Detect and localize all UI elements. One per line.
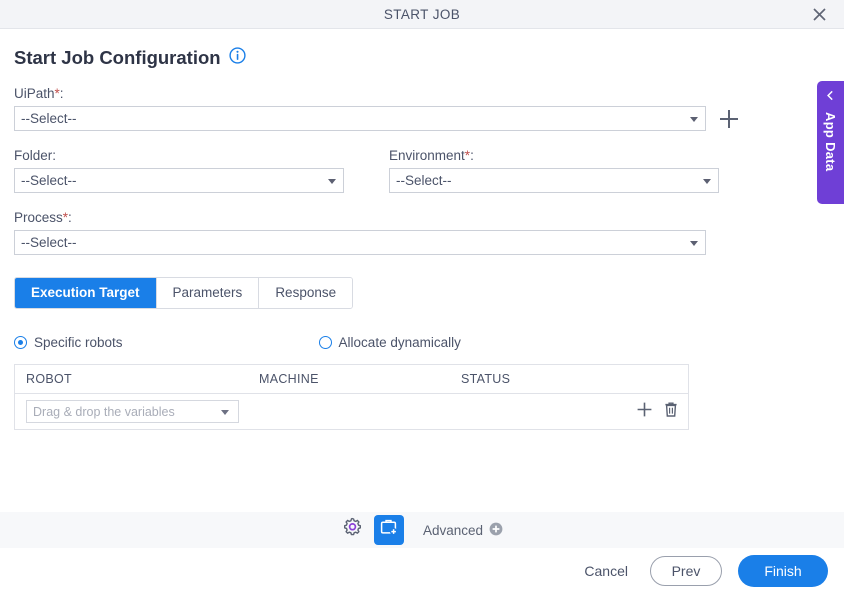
column-header-machine: MACHINE (259, 372, 319, 386)
window-titlebar: START JOB (0, 0, 844, 29)
finish-button[interactable]: Finish (738, 555, 828, 587)
chevron-down-icon (221, 409, 229, 415)
environment-select[interactable]: --Select-- (389, 168, 719, 193)
folder-value: --Select-- (21, 173, 77, 188)
environment-label-text: Environment (389, 148, 465, 163)
process-label-colon: : (68, 210, 72, 225)
window-title: START JOB (383, 6, 461, 22)
process-select[interactable]: --Select-- (14, 230, 706, 255)
process-label-text: Process (14, 210, 63, 225)
radio-allocate-dynamically[interactable]: Allocate dynamically (318, 335, 461, 350)
cancel-button[interactable]: Cancel (578, 562, 634, 580)
radio-specific-robots-label: Specific robots (34, 335, 123, 350)
close-button[interactable] (804, 0, 834, 28)
tab-execution-target[interactable]: Execution Target (15, 278, 157, 308)
chevron-down-icon (328, 178, 336, 184)
advanced-button[interactable]: Advanced (423, 522, 503, 539)
chevron-down-icon (703, 178, 711, 184)
radio-specific-robots[interactable]: Specific robots (14, 335, 123, 350)
uipath-label-text: UiPath (14, 86, 55, 101)
folder-label-colon: : (52, 148, 57, 163)
radio-allocate-dynamically-indicator (318, 336, 332, 349)
settings-button[interactable] (341, 517, 363, 544)
uipath-label: UiPath*: (14, 86, 830, 101)
environment-value: --Select-- (396, 173, 452, 188)
folder-label: Folder: (14, 148, 344, 163)
column-header-robot: ROBOT (26, 372, 72, 386)
uipath-label-colon: : (59, 86, 64, 101)
environment-label: Environment*: (389, 148, 719, 163)
process-label: Process*: (14, 210, 830, 225)
info-icon[interactable] (228, 47, 246, 69)
dialog-body: Start Job Configuration UiPath*: --Selec… (0, 29, 844, 513)
add-uipath-button[interactable] (720, 109, 738, 128)
tab-response[interactable]: Response (259, 278, 353, 308)
bottom-toolbar: Advanced (0, 512, 844, 548)
folder-select[interactable]: --Select-- (14, 168, 344, 193)
close-icon (812, 7, 827, 22)
uipath-field-row: --Select-- (14, 106, 830, 131)
briefcase-add-icon (379, 518, 398, 542)
add-row-button[interactable] (636, 401, 653, 423)
app-data-panel-toggle[interactable]: App Data (817, 81, 844, 204)
allocation-radio-group: Specific robots Allocate dynamically (14, 335, 830, 350)
page-title-text: Start Job Configuration (14, 47, 221, 68)
tab-bar: Execution Target Parameters Response (14, 277, 354, 309)
column-header-status: STATUS (461, 372, 511, 386)
radio-allocate-dynamically-label: Allocate dynamically (338, 335, 461, 350)
app-data-label: App Data (823, 112, 838, 172)
process-value: --Select-- (21, 235, 77, 250)
row-actions (636, 401, 679, 423)
chevron-down-icon (690, 116, 698, 122)
environment-label-colon: : (470, 148, 474, 163)
page-title: Start Job Configuration (14, 29, 830, 69)
advanced-label: Advanced (422, 522, 484, 538)
table-header-row: ROBOT MACHINE STATUS (15, 365, 688, 394)
chevron-down-icon (690, 240, 698, 246)
environment-field: Environment*: --Select-- (389, 131, 719, 193)
tab-parameters[interactable]: Parameters (156, 278, 260, 308)
gear-icon (341, 517, 363, 543)
delete-row-button[interactable] (663, 401, 679, 423)
robot-variable-select[interactable]: Drag & drop the variables (26, 400, 239, 423)
uipath-select[interactable]: --Select-- (14, 106, 706, 131)
radio-specific-robots-indicator (14, 336, 27, 349)
folder-field: Folder: --Select-- (14, 131, 344, 193)
dialog-footer: Cancel Prev Finish (0, 548, 844, 594)
robots-table: ROBOT MACHINE STATUS Drag & drop the var… (14, 364, 689, 430)
uipath-value: --Select-- (21, 111, 77, 126)
chevron-left-icon (825, 88, 836, 106)
folder-label-text: Folder (14, 148, 53, 163)
start-job-button[interactable] (373, 515, 404, 545)
plus-circle-icon (489, 522, 503, 539)
folder-environment-row: Folder: --Select-- Environment*: --Selec… (14, 131, 830, 193)
prev-button[interactable]: Prev (650, 556, 722, 586)
table-row: Drag & drop the variables (15, 394, 688, 429)
robot-variable-placeholder: Drag & drop the variables (33, 404, 175, 419)
